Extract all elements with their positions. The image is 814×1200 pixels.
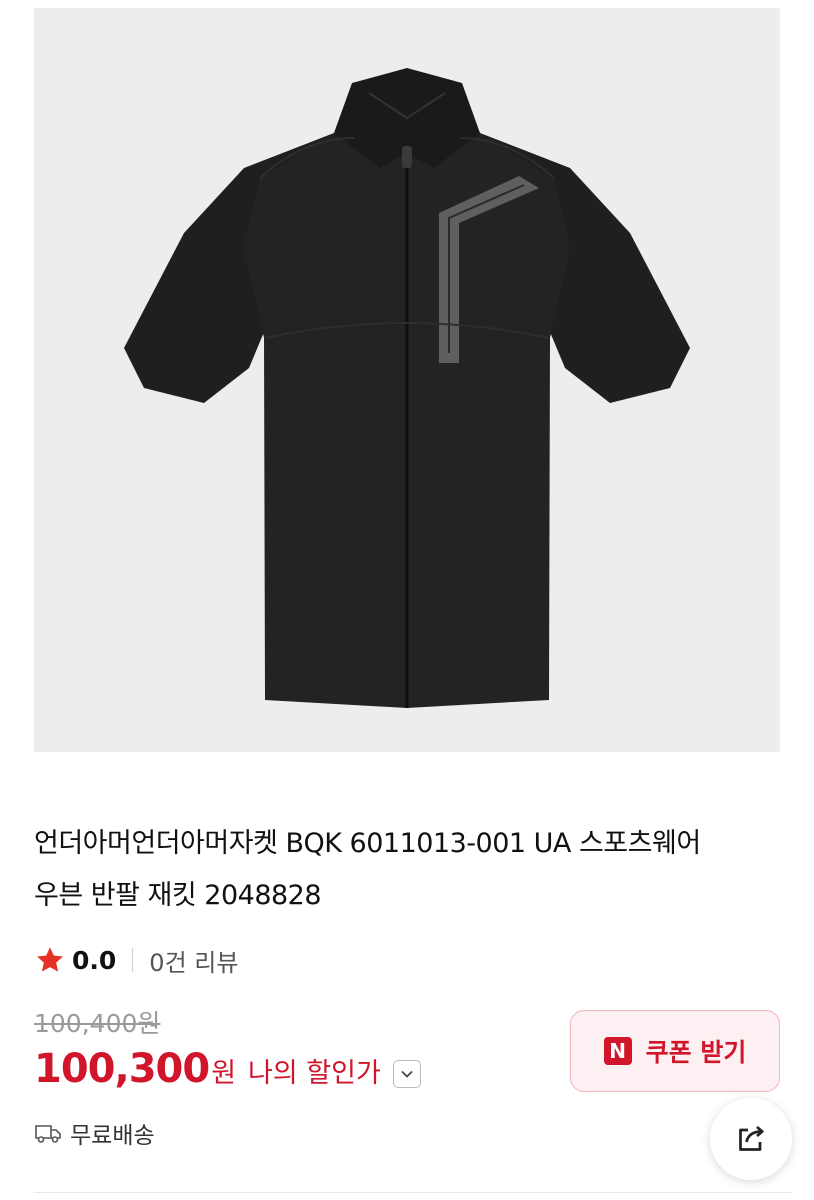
shipping-row: 무료배송 [34, 1116, 155, 1150]
n-badge-icon: N [603, 1037, 632, 1065]
my-discount-label[interactable]: 나의 할인가 [248, 1051, 381, 1090]
share-button[interactable] [710, 1098, 792, 1180]
chevron-down-icon [401, 1070, 413, 1078]
price-row: 100,300 원 나의 할인가 [34, 1046, 421, 1102]
rating-row[interactable]: 0.0 0건 리뷰 [34, 940, 238, 980]
coupon-button-label: 쿠폰 받기 [645, 1038, 747, 1067]
sale-price: 100,300 [34, 1046, 210, 1092]
section-divider [34, 1192, 792, 1193]
rating-divider [132, 948, 134, 972]
product-image[interactable] [34, 8, 780, 752]
shipping-label: 무료배송 [70, 1123, 155, 1149]
share-icon [739, 1125, 764, 1151]
truck-icon [35, 1125, 61, 1143]
star-icon [37, 947, 63, 972]
review-count-link[interactable]: 0건 리뷰 [149, 943, 238, 978]
currency-unit: 원 [211, 1058, 237, 1089]
original-price: 100,400원 [34, 1009, 161, 1038]
product-title: 언더아머언더아머자켓 BQK 6011013-001 UA 스포츠웨어 우븐 반… [34, 828, 701, 911]
coupon-button[interactable]: N 쿠폰 받기 [570, 1010, 780, 1092]
my-discount-toggle[interactable] [392, 1060, 421, 1088]
rating-value: 0.0 [72, 945, 117, 975]
jacket-illustration [34, 8, 780, 752]
